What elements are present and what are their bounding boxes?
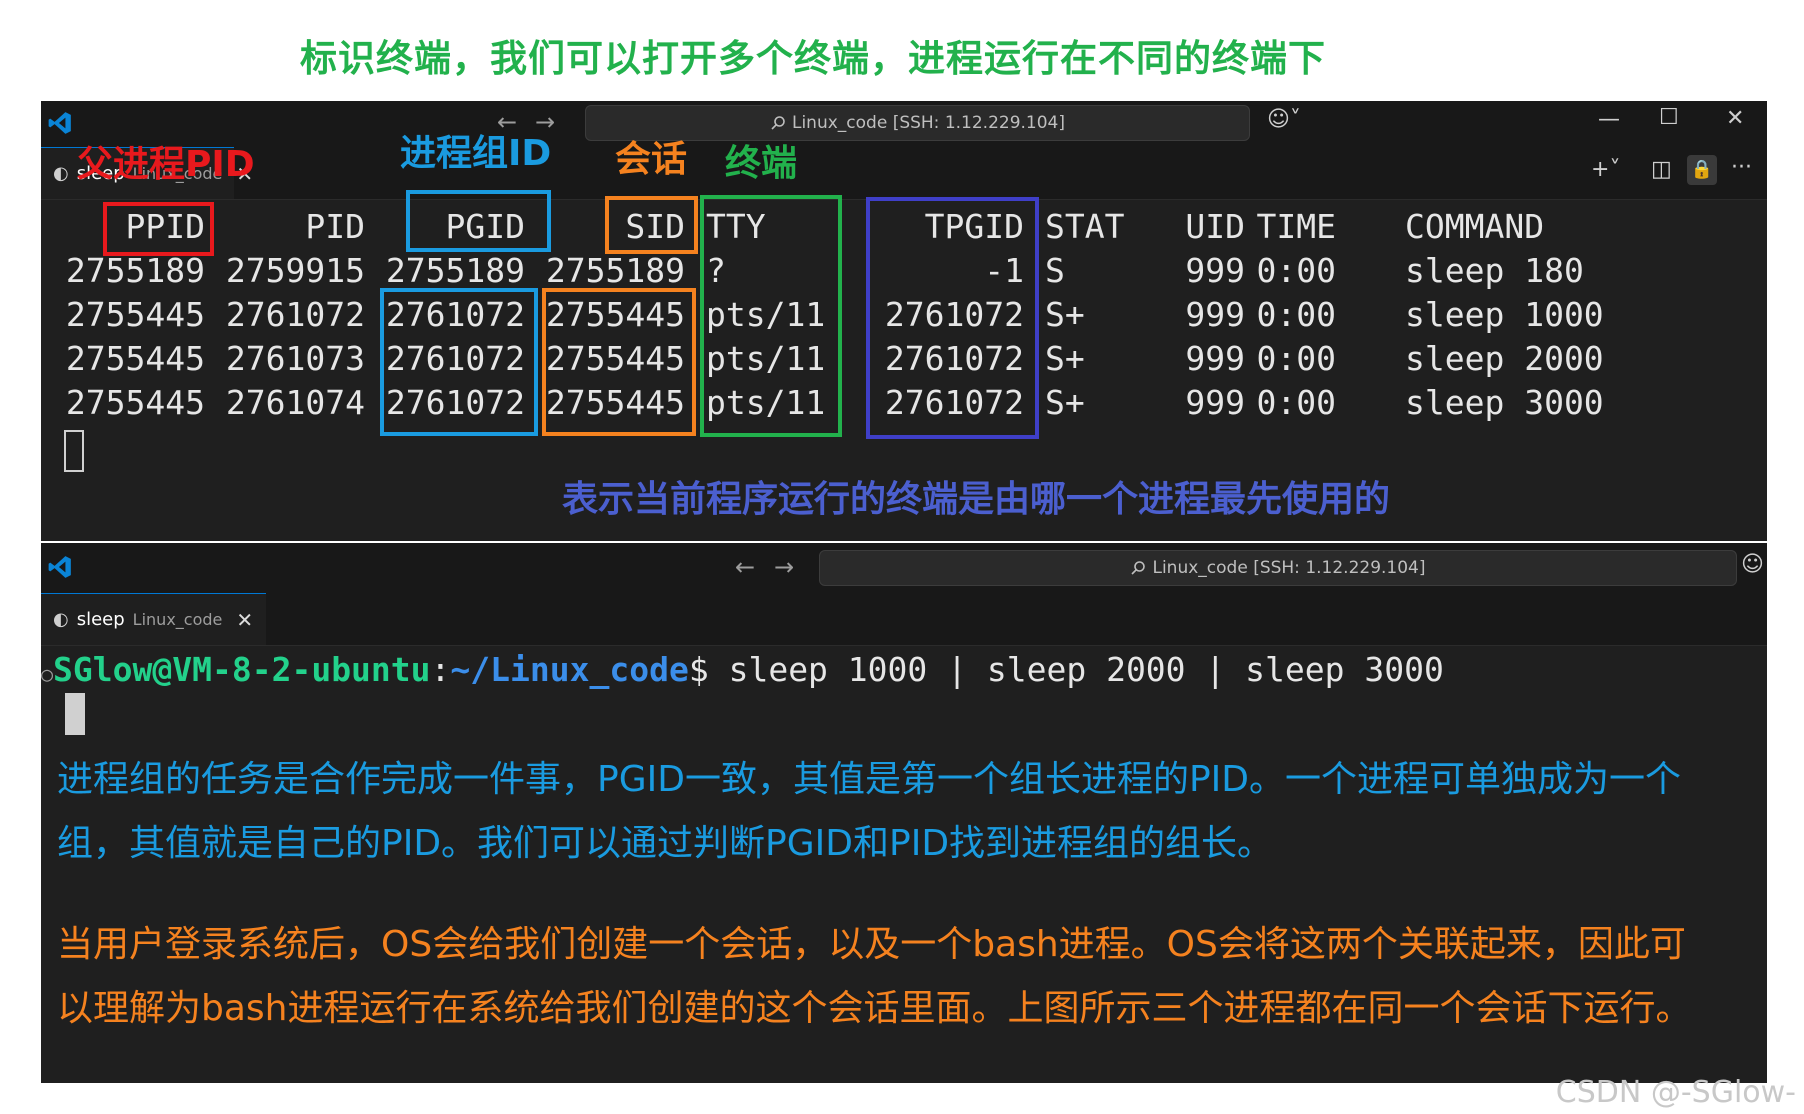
ps-cell-sid: 2755189 bbox=[545, 251, 685, 290]
vscode-logo-icon bbox=[48, 112, 71, 134]
search-icon bbox=[771, 116, 785, 130]
copilot-icon[interactable]: ☺ bbox=[1741, 552, 1764, 577]
pgid-values-box bbox=[380, 288, 538, 436]
ps-header-time: TIME bbox=[1256, 207, 1336, 246]
tpgid-column-box bbox=[866, 197, 1039, 439]
session-explanation-line: 以理解为bash进程运行在系统给我们创建的这个会话里面。上图所示三个进程都在同一… bbox=[57, 988, 1692, 1029]
minimize-icon[interactable]: — bbox=[1598, 107, 1620, 132]
pgid-explanation: 进程组的任务是合作完成一件事，PGID一致，其值是第一个组长进程的PID。一个进… bbox=[57, 748, 1769, 876]
terminal-window-bottom: ← → Linux_code [SSH: 1.12.229.104] ☺ ◐ s… bbox=[41, 543, 1767, 1083]
sid-values-box bbox=[542, 288, 696, 436]
close-window-icon[interactable]: ✕ bbox=[1726, 106, 1744, 131]
tab-terminal-sleep[interactable]: ◐ sleep Linux_code ✕ bbox=[41, 593, 266, 645]
ps-cell-command: sleep 2000 bbox=[1405, 339, 1604, 378]
maximize-icon[interactable]: ☐ bbox=[1659, 105, 1679, 130]
lock-icon[interactable]: 🔒 bbox=[1687, 155, 1717, 185]
tab-bar: ◐ sleep Linux_code ✕ +˅ ◫ 🔒 ··· bbox=[41, 147, 1767, 200]
terminal-cursor bbox=[64, 430, 84, 472]
ps-cell-command: sleep 1000 bbox=[1405, 295, 1604, 334]
terminal-cursor bbox=[65, 693, 85, 735]
prompt-line: ○SGlow@VM-8-2-ubuntu:~/Linux_code$ sleep… bbox=[41, 648, 1444, 696]
pgid-header-box bbox=[406, 190, 551, 252]
session-explanation: 当用户登录系统后，OS会给我们创建一个会话，以及一个bash进程。OS会将这两个… bbox=[57, 913, 1769, 1041]
back-arrow-icon[interactable]: ← bbox=[735, 553, 755, 581]
session-explanation-line: 当用户登录系统后，OS会给我们创建一个会话，以及一个bash进程。OS会将这两个… bbox=[57, 924, 1686, 965]
prompt-path: ~/Linux_code bbox=[450, 650, 689, 689]
command-text: sleep 1000 | sleep 2000 | sleep 3000 bbox=[708, 650, 1444, 689]
tty-annotation: 终端 bbox=[725, 143, 798, 184]
search-text: Linux_code [SSH: 1.12.229.104] bbox=[791, 113, 1066, 133]
search-icon bbox=[1131, 561, 1146, 575]
ps-cell-command: sleep 3000 bbox=[1405, 383, 1604, 422]
tpgid-annotation: 表示当前程序运行的终端是由哪一个进程最先使用的 bbox=[562, 479, 1391, 520]
watermark: CSDN @-SGlow- bbox=[1555, 1075, 1796, 1110]
ps-cell-time: 0:00 bbox=[1256, 339, 1336, 378]
more-actions-icon[interactable]: ··· bbox=[1731, 155, 1752, 180]
search-text: Linux_code [SSH: 1.12.229.104] bbox=[1152, 558, 1426, 578]
forward-arrow-icon[interactable]: → bbox=[774, 553, 794, 581]
command-center-search-2[interactable]: Linux_code [SSH: 1.12.229.104] bbox=[819, 550, 1737, 586]
sid-header-box bbox=[605, 196, 698, 254]
terminal-tab-icon: ◐ bbox=[53, 163, 69, 184]
prompt-sep: : bbox=[430, 650, 451, 689]
tty-column-box bbox=[700, 195, 842, 437]
pgid-explanation-line: 进程组的任务是合作完成一件事，PGID一致，其值是第一个组长进程的PID。一个进… bbox=[57, 759, 1681, 800]
title-bar-2: ← → Linux_code [SSH: 1.12.229.104] ☺ bbox=[41, 543, 1767, 593]
ps-cell-time: 0:00 bbox=[1256, 251, 1336, 290]
pgid-explanation-line: 组，其值就是自己的PID。我们可以通过判断PGID和PID找到进程组的组长。 bbox=[57, 823, 1274, 864]
prompt-user: SGlow@VM-8-2-ubuntu bbox=[53, 650, 431, 689]
tab-name: sleep bbox=[76, 609, 125, 630]
title-bar: ← → Linux_code [SSH: 1.12.229.104] ☺˅ — … bbox=[41, 101, 1767, 147]
ps-cell-time: 0:00 bbox=[1256, 295, 1336, 334]
copilot-icon[interactable]: ☺˅ bbox=[1267, 107, 1301, 132]
ppid-highlight-box bbox=[103, 202, 214, 256]
top-annotation: 标识终端，我们可以打开多个终端，进程运行在不同的终端下 bbox=[300, 37, 1326, 80]
close-tab-icon[interactable]: ✕ bbox=[236, 608, 253, 632]
tab-bar-2: ◐ sleep Linux_code ✕ bbox=[41, 593, 1767, 646]
terminal-tab-icon: ◐ bbox=[53, 609, 69, 630]
prompt-end: $ bbox=[688, 650, 709, 689]
prompt-status-icon: ○ bbox=[41, 662, 54, 686]
ps-cell-time: 0:00 bbox=[1256, 383, 1336, 422]
tab-subtitle: Linux_code bbox=[132, 610, 223, 629]
ps-cell-command: sleep 180 bbox=[1405, 251, 1584, 290]
split-terminal-icon[interactable]: ◫ bbox=[1651, 157, 1672, 182]
sid-annotation: 会话 bbox=[615, 139, 688, 180]
ps-header-command: COMMAND bbox=[1405, 207, 1545, 246]
new-terminal-icon[interactable]: +˅ bbox=[1591, 157, 1620, 182]
ppid-annotation: 父进程PID bbox=[77, 144, 255, 185]
pgid-annotation: 进程组ID bbox=[400, 133, 552, 174]
vscode-logo-icon bbox=[48, 556, 71, 578]
